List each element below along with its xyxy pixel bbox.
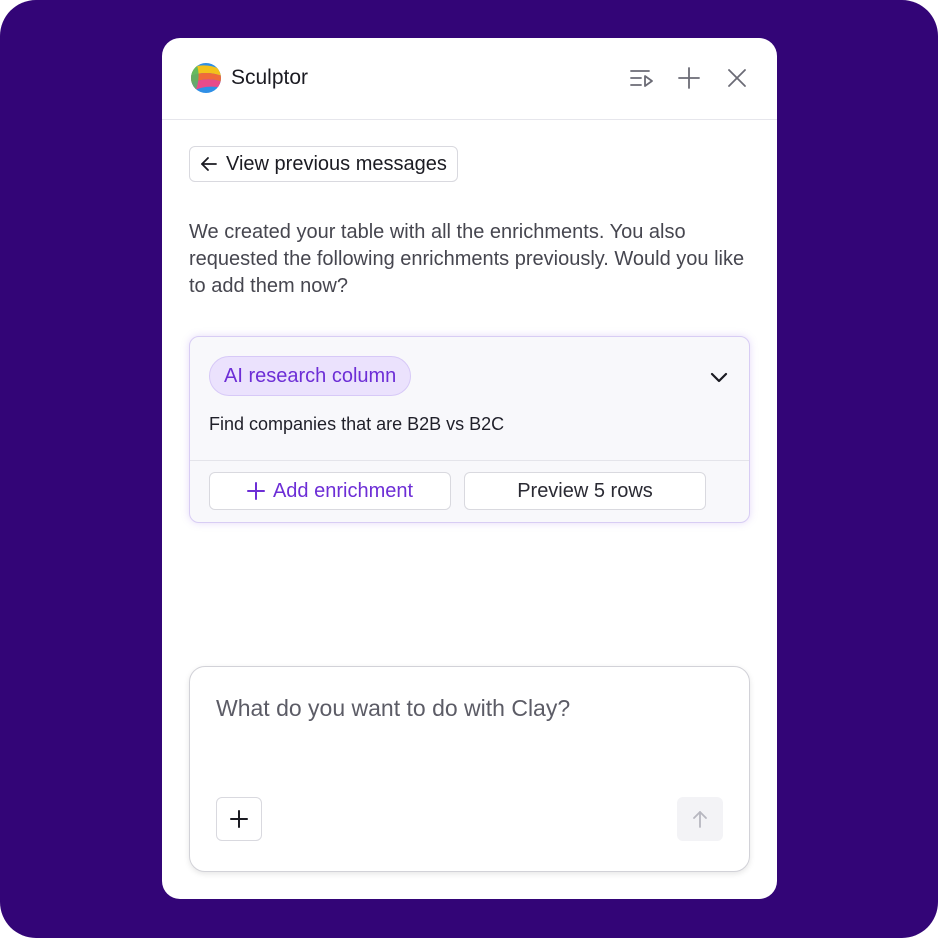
add-enrichment-button[interactable]: Add enrichment: [209, 472, 451, 510]
chat-input[interactable]: [216, 695, 716, 722]
new-chat-plus-icon[interactable]: [675, 64, 703, 92]
sculptor-logo-icon: [191, 63, 221, 93]
send-button[interactable]: [677, 797, 723, 841]
history-list-icon[interactable]: [628, 64, 656, 92]
sculptor-panel: Sculptor View previous messages We creat…: [162, 38, 777, 899]
arrow-up-icon: [693, 811, 707, 828]
add-enrichment-label: Add enrichment: [272, 479, 414, 502]
preview-rows-label: Preview 5 rows: [517, 479, 653, 502]
panel-header: Sculptor: [162, 38, 777, 120]
chevron-down-icon[interactable]: [707, 365, 731, 389]
preview-rows-button[interactable]: Preview 5 rows: [464, 472, 706, 510]
enrichment-description: Find companies that are B2B vs B2C: [209, 414, 505, 434]
close-icon[interactable]: [723, 64, 751, 92]
ai-research-column-tag: AI research column: [209, 356, 412, 396]
app-title: Sculptor: [231, 66, 309, 89]
background-frame: Sculptor View previous messages We creat…: [0, 0, 938, 938]
arrow-left-icon: [201, 157, 217, 171]
composer: [189, 666, 750, 872]
enrichment-card-body: AI research column Find companies that a…: [190, 337, 749, 461]
attach-button[interactable]: [216, 797, 262, 841]
view-previous-messages-button[interactable]: View previous messages: [189, 146, 458, 182]
view-previous-messages-label: View previous messages: [226, 152, 447, 175]
enrichment-card: AI research column Find companies that a…: [189, 336, 750, 523]
assistant-message: We created your table with all the enric…: [189, 221, 745, 297]
plus-icon: [230, 810, 248, 828]
plus-icon: [246, 482, 265, 500]
